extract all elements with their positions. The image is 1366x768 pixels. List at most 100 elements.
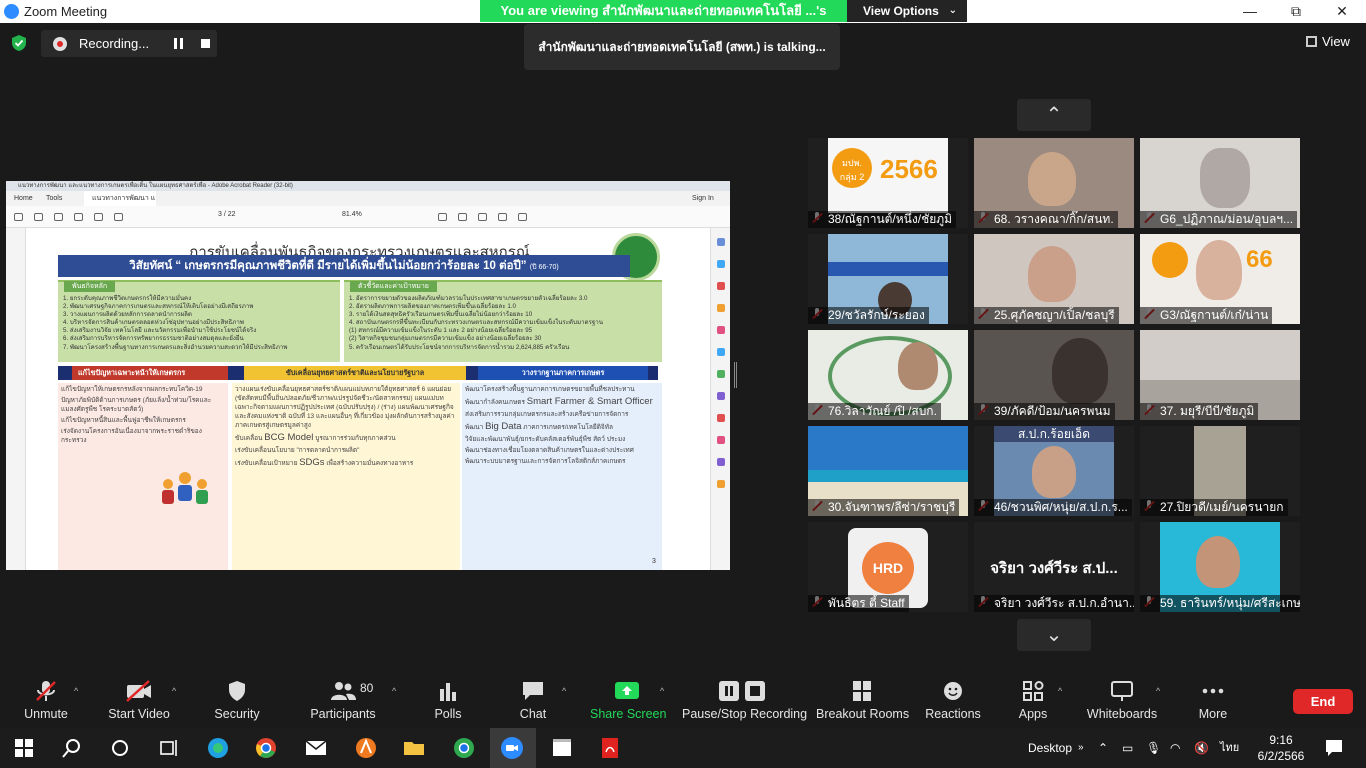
tool-icon[interactable]: [717, 304, 725, 312]
tool-icon[interactable]: [717, 480, 725, 488]
chevron-up-icon[interactable]: ⌃: [1098, 728, 1108, 768]
whiteboards-button[interactable]: Whiteboards: [1086, 672, 1158, 728]
view-options-button[interactable]: View Options ⌄: [847, 0, 967, 22]
zoom-level[interactable]: 81.4%: [342, 211, 362, 218]
delete-icon[interactable]: [518, 213, 527, 221]
apps-button[interactable]: Apps: [1014, 672, 1052, 728]
gallery-prev-button[interactable]: ⌃: [1017, 99, 1091, 131]
fill-icon[interactable]: [498, 213, 507, 221]
participant-tile[interactable]: มปพ. กลุ่ม 2 2566 38/ณัฐกานต์/หนึ่ง/ชัยภู…: [808, 138, 968, 228]
participant-tile[interactable]: จริยา วงศ์วีระ ส.ป... จริยา วงศ์วีระ ส.ป…: [974, 522, 1134, 612]
notifications-icon[interactable]: [1322, 736, 1346, 760]
tool-icon[interactable]: [717, 414, 725, 422]
chat-caret[interactable]: ^: [562, 686, 566, 696]
network-icon[interactable]: ▭: [1122, 728, 1133, 768]
sign-icon[interactable]: [478, 213, 487, 221]
participant-tile[interactable]: 29/ชวัลรักษ์/ระยอง: [808, 234, 968, 324]
end-meeting-button[interactable]: End: [1293, 689, 1353, 714]
chat-button[interactable]: Chat: [512, 672, 554, 728]
pdf-reader-icon[interactable]: [598, 736, 622, 760]
tool-icon[interactable]: [717, 392, 725, 400]
reactions-button[interactable]: Reactions: [924, 672, 982, 728]
chrome-icon[interactable]: [254, 736, 278, 760]
minimize-button[interactable]: —: [1227, 0, 1273, 23]
participant-tile[interactable]: HRD พันธิตร ตี้ Staff: [808, 522, 968, 612]
col3-item: พัฒนาระบบมาตรฐานและการจัดการโลจิสติกส์ภา…: [465, 458, 626, 465]
bookmark-icon[interactable]: [34, 213, 43, 221]
participants-caret[interactable]: ^: [392, 686, 396, 696]
participant-tile[interactable]: 59. ธารินทร์/หนุ่ม/ศรีสะเกษ: [1140, 522, 1300, 612]
comment-icon[interactable]: [438, 213, 447, 221]
microphone-icon[interactable]: 🎙: [1146, 728, 1161, 768]
desktop-toolbar-label[interactable]: Desktop: [1028, 728, 1072, 768]
edge-browser-icon[interactable]: [206, 736, 230, 760]
share-caret[interactable]: ^: [660, 686, 664, 696]
tool-icon[interactable]: [717, 370, 725, 378]
apps-caret[interactable]: ^: [1058, 686, 1062, 696]
task-view-icon[interactable]: [156, 736, 180, 760]
security-button[interactable]: Security: [208, 672, 266, 728]
start-video-button[interactable]: Start Video: [104, 672, 174, 728]
acrobat-document-tab[interactable]: แนวทางการพัฒนา และ...: [84, 191, 156, 206]
input-language[interactable]: ไทย: [1220, 728, 1239, 768]
cortana-icon[interactable]: [108, 736, 132, 760]
desktop-toolbar-chevron[interactable]: »: [1078, 728, 1084, 768]
share-screen-button[interactable]: Share Screen: [590, 672, 666, 728]
zoom-search-icon[interactable]: [114, 213, 123, 221]
breakout-rooms-button[interactable]: Breakout Rooms: [816, 672, 909, 728]
page-indicator[interactable]: 3 / 22: [218, 211, 236, 218]
unmute-button[interactable]: Unmute: [14, 672, 78, 728]
chrome-profile-icon[interactable]: [452, 736, 476, 760]
tool-icon[interactable]: [717, 282, 725, 290]
view-button[interactable]: View: [1306, 34, 1350, 49]
wifi-icon[interactable]: ◠: [1170, 728, 1180, 768]
participant-tile[interactable]: 27.ปิยวดี/เมย์/นครนายก: [1140, 426, 1300, 516]
polls-button[interactable]: Polls: [428, 672, 468, 728]
participant-tile[interactable]: ส.ป.ก.ร้อยเอ็ด 46/ชวนพิศ/หนุ่ย/ส.ป.ก.ร..…: [974, 426, 1134, 516]
security-shield-icon[interactable]: [10, 34, 28, 52]
windows-start-icon[interactable]: [12, 736, 36, 760]
participant-tile[interactable]: 66 G3/ณัฐกานต์/เก๋/น่าน: [1140, 234, 1300, 324]
acrobat-tools-tab[interactable]: Tools: [46, 191, 62, 206]
participants-button[interactable]: 80 Participants: [304, 672, 382, 728]
video-editor-icon[interactable]: [550, 736, 574, 760]
mail-icon[interactable]: [304, 736, 328, 760]
tool-icon[interactable]: [717, 238, 725, 246]
speaker-muted-icon[interactable]: 🔇: [1194, 728, 1209, 768]
app-icon[interactable]: [354, 736, 378, 760]
zoom-taskbar-icon[interactable]: [500, 736, 524, 760]
search-icon[interactable]: [60, 736, 84, 760]
pause-stop-recording-button[interactable]: Pause/Stop Recording: [682, 672, 807, 728]
print-icon[interactable]: [74, 213, 83, 221]
participant-tile[interactable]: G6_ปฏิภาณ/ม่อน/อุบลฯ...: [1140, 138, 1300, 228]
participant-tile[interactable]: 68. วรางคณา/กิ๊ก/สนท.: [974, 138, 1134, 228]
restore-button[interactable]: ⧉: [1273, 0, 1319, 23]
highlight-icon[interactable]: [458, 213, 467, 221]
pause-recording-icon[interactable]: [174, 38, 183, 49]
split-resize-handle[interactable]: [734, 362, 737, 388]
upload-icon[interactable]: [54, 213, 63, 221]
acrobat-home-tab[interactable]: Home: [14, 191, 33, 206]
participant-tile[interactable]: 39/ภัคดี/ป้อม/นครพนม: [974, 330, 1134, 420]
tool-icon[interactable]: [717, 436, 725, 444]
file-explorer-icon[interactable]: [402, 736, 426, 760]
participant-tile[interactable]: 30.จันฑาพร/ลีซ่า/ราชบุรี: [808, 426, 968, 516]
save-icon[interactable]: [14, 213, 23, 221]
stop-recording-icon[interactable]: [201, 39, 210, 48]
participant-tile[interactable]: 37. มยุรี/บีบี/ชัยภูมิ: [1140, 330, 1300, 420]
audio-options-caret[interactable]: ^: [74, 686, 78, 696]
close-button[interactable]: ✕: [1319, 0, 1365, 23]
taskbar-clock[interactable]: 9:16 6/2/2566: [1256, 732, 1306, 764]
mail-icon[interactable]: [94, 213, 103, 221]
more-button[interactable]: More: [1194, 672, 1232, 728]
participant-tile[interactable]: 25.ศุภัคชญา/เปิ้ล/ชลบุรี: [974, 234, 1134, 324]
tool-icon[interactable]: [717, 348, 725, 356]
participant-tile[interactable]: 76.วิลาวัณย์ /ปิ /สบก.: [808, 330, 968, 420]
gallery-next-button[interactable]: ⌄: [1017, 619, 1091, 651]
acrobat-signin[interactable]: Sign In: [692, 191, 714, 206]
tool-icon[interactable]: [717, 458, 725, 466]
whiteboards-caret[interactable]: ^: [1156, 686, 1160, 696]
tool-icon[interactable]: [717, 326, 725, 334]
video-options-caret[interactable]: ^: [172, 686, 176, 696]
tool-icon[interactable]: [717, 260, 725, 268]
